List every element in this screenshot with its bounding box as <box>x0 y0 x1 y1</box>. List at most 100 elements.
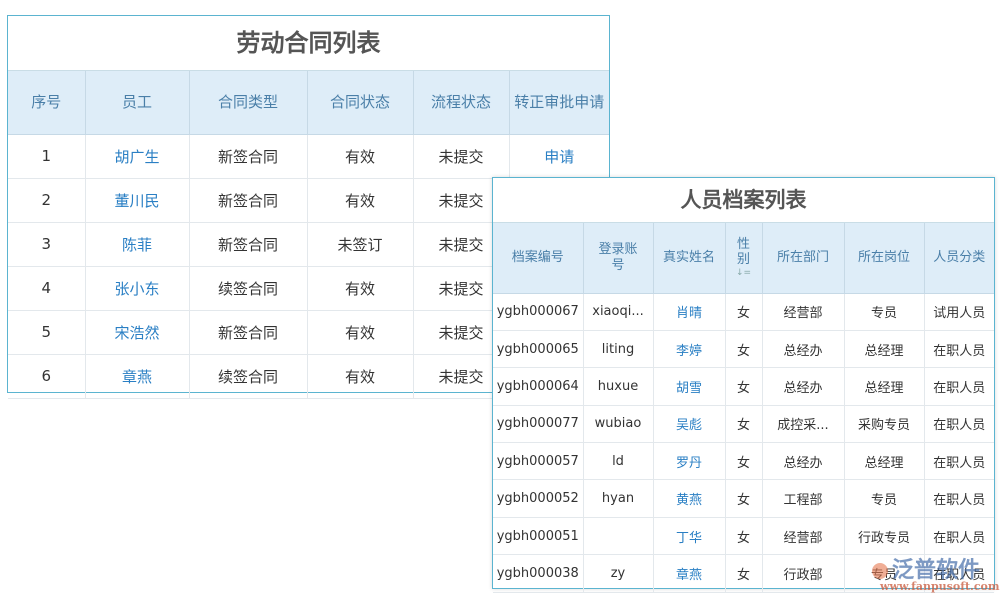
column-header[interactable]: 所在部门 <box>762 223 844 293</box>
cell-dept: 经营部 <box>762 517 844 554</box>
archive-list-title: 人员档案列表 <box>493 178 994 223</box>
table-row[interactable]: ygbh000065liting李婷女总经办总经理在职人员 <box>493 330 994 367</box>
column-header[interactable]: 人员分类 <box>924 223 994 293</box>
cell-cat: 在职人员 <box>924 480 994 517</box>
table-row[interactable]: ygbh000067xiaoqi...肖晴女经营部专员试用人员 <box>493 293 994 330</box>
cell-type: 续签合同 <box>189 266 307 310</box>
cell-name[interactable]: 章燕 <box>85 354 189 398</box>
cell-status: 有效 <box>307 310 413 354</box>
header-label: 真实姓名 <box>654 250 725 266</box>
table-row[interactable]: ygbh000052hyan黄燕女工程部专员在职人员 <box>493 480 994 517</box>
column-header[interactable]: 档案编号 <box>493 223 583 293</box>
cell-no: 3 <box>8 222 85 266</box>
cell-status: 有效 <box>307 354 413 398</box>
cell-acct: zy <box>583 555 653 592</box>
cell-acct: xiaoqi... <box>583 293 653 330</box>
cell-id: ygbh000067 <box>493 293 583 330</box>
cell-status: 有效 <box>307 178 413 222</box>
cell-post: 总经理 <box>844 330 924 367</box>
cell-cat: 在职人员 <box>924 443 994 480</box>
cell-id: ygbh000065 <box>493 330 583 367</box>
table-row[interactable]: ygbh000064huxue胡雪女总经办总经理在职人员 <box>493 368 994 405</box>
column-header[interactable]: 流程状态 <box>413 71 509 134</box>
cell-post: 行政专员 <box>844 517 924 554</box>
cell-acct <box>583 517 653 554</box>
cell-sex: 女 <box>725 330 762 367</box>
cell-name[interactable]: 张小东 <box>85 266 189 310</box>
column-header[interactable]: 所在岗位 <box>844 223 924 293</box>
cell-sex: 女 <box>725 480 762 517</box>
cell-id: ygbh000052 <box>493 480 583 517</box>
table-row[interactable]: 1胡广生新签合同有效未提交申请 <box>8 134 609 178</box>
cell-dept: 经营部 <box>762 293 844 330</box>
cell-post: 总经理 <box>844 368 924 405</box>
cell-sex: 女 <box>725 405 762 442</box>
cell-acct: ld <box>583 443 653 480</box>
cell-sex: 女 <box>725 368 762 405</box>
cell-sex: 女 <box>725 517 762 554</box>
cell-acct: wubiao <box>583 405 653 442</box>
sort-icon[interactable]: ↓= <box>726 268 762 279</box>
cell-name[interactable]: 章燕 <box>653 555 725 592</box>
header-label: 登录账号 <box>599 242 638 273</box>
cell-sex: 女 <box>725 555 762 592</box>
column-header[interactable]: 合同状态 <box>307 71 413 134</box>
archive-table: 档案编号登录账号真实姓名性别↓=所在部门所在岗位人员分类 ygbh000067x… <box>493 223 994 593</box>
cell-dept: 总经办 <box>762 368 844 405</box>
cell-type: 新签合同 <box>189 222 307 266</box>
cell-id: ygbh000077 <box>493 405 583 442</box>
cell-name[interactable]: 胡广生 <box>85 134 189 178</box>
column-header[interactable]: 真实姓名 <box>653 223 725 293</box>
cell-dept: 总经办 <box>762 330 844 367</box>
cell-name[interactable]: 肖晴 <box>653 293 725 330</box>
column-header[interactable]: 登录账号 <box>583 223 653 293</box>
cell-status: 有效 <box>307 266 413 310</box>
cell-name[interactable]: 丁华 <box>653 517 725 554</box>
cell-post: 采购专员 <box>844 405 924 442</box>
cell-id: ygbh000064 <box>493 368 583 405</box>
cell-name[interactable]: 胡雪 <box>653 368 725 405</box>
cell-no: 5 <box>8 310 85 354</box>
cell-no: 1 <box>8 134 85 178</box>
header-label: 所在岗位 <box>845 250 924 266</box>
cell-name[interactable]: 吴彪 <box>653 405 725 442</box>
cell-name[interactable]: 李婷 <box>653 330 725 367</box>
table-row[interactable]: ygbh000077wubiao吴彪女成控采...采购专员在职人员 <box>493 405 994 442</box>
cell-status: 未签订 <box>307 222 413 266</box>
cell-post: 总经理 <box>844 443 924 480</box>
watermark-url: www.fanpusoft.com <box>880 580 1000 593</box>
cell-name[interactable]: 陈菲 <box>85 222 189 266</box>
cell-type: 新签合同 <box>189 134 307 178</box>
cell-flow: 未提交 <box>413 134 509 178</box>
cell-id: ygbh000038 <box>493 555 583 592</box>
cell-type: 续签合同 <box>189 354 307 398</box>
cell-dept: 行政部 <box>762 555 844 592</box>
column-header[interactable]: 转正审批申请 <box>509 71 609 134</box>
cell-dept: 工程部 <box>762 480 844 517</box>
cell-dept: 成控采... <box>762 405 844 442</box>
cell-name[interactable]: 黄燕 <box>653 480 725 517</box>
header-label: 人员分类 <box>925 250 995 266</box>
cell-sex: 女 <box>725 293 762 330</box>
cell-type: 新签合同 <box>189 178 307 222</box>
apply-link[interactable]: 申请 <box>509 134 609 178</box>
column-header[interactable]: 合同类型 <box>189 71 307 134</box>
cell-name[interactable]: 罗丹 <box>653 443 725 480</box>
cell-acct: huxue <box>583 368 653 405</box>
column-header[interactable]: 员工 <box>85 71 189 134</box>
cell-cat: 试用人员 <box>924 293 994 330</box>
table-row[interactable]: ygbh000057ld罗丹女总经办总经理在职人员 <box>493 443 994 480</box>
cell-name[interactable]: 宋浩然 <box>85 310 189 354</box>
contract-list-title: 劳动合同列表 <box>8 16 609 71</box>
cell-acct: liting <box>583 330 653 367</box>
column-header[interactable]: 序号 <box>8 71 85 134</box>
table-row[interactable]: ygbh000051丁华女经营部行政专员在职人员 <box>493 517 994 554</box>
column-header[interactable]: 性别↓= <box>725 223 762 293</box>
cell-post: 专员 <box>844 293 924 330</box>
header-label: 档案编号 <box>493 250 583 266</box>
cell-name[interactable]: 董川民 <box>85 178 189 222</box>
cell-cat: 在职人员 <box>924 517 994 554</box>
cell-status: 有效 <box>307 134 413 178</box>
cell-id: ygbh000057 <box>493 443 583 480</box>
cell-sex: 女 <box>725 443 762 480</box>
